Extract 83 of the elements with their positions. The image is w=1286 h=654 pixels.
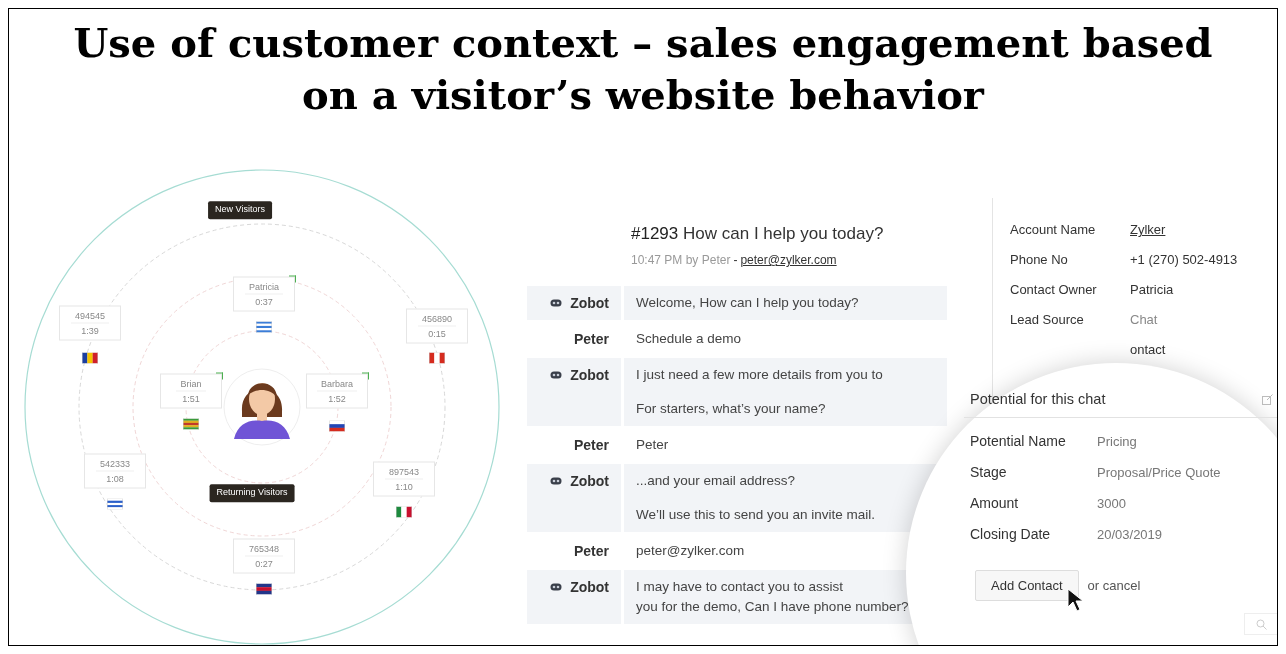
flag-icon [107,498,123,510]
message-text: Welcome, How can I help you today? [636,294,860,312]
visitor-name: 494545 [70,308,109,324]
visitor-card[interactable]: Brian 1:51 [160,373,222,409]
message-text: I may have to contact you to assist you for the demo, Can I have phone number? [636,578,910,616]
flag-icon [183,418,199,430]
message-text: We’ll use this to send you an invite mail. [636,506,877,524]
visitor-card[interactable]: 765348 0:27 [233,538,295,574]
visitor-time: 1:51 [182,392,200,406]
separator: - [733,252,738,269]
mouse-pointer-icon [1067,587,1085,612]
field-label: Contact Owner [1010,282,1097,298]
flag-icon [329,420,345,432]
sender-name: Zobot [570,294,609,313]
visitor-card[interactable]: 494545 1:39 [59,305,121,341]
visitor-time: 0:15 [428,327,446,341]
chat-title: #1293 How can I help you today? [631,223,885,245]
message-text: I just need a few more details from you to [636,366,884,384]
field-value[interactable]: Zylker [1130,220,1166,240]
visitor-time: 0:37 [255,295,273,309]
field-label: Lead Source [1010,312,1084,328]
flag-icon [256,583,272,595]
sender-name: Peter [573,436,609,455]
returning-visitors-tag: Returning Visitors [209,484,295,502]
message-text: Peter [636,436,670,454]
slide-title: Use of customer context – sales engagement based on a visitor’s website behavior [72,18,1214,120]
visitor-name: 542333 [95,456,134,472]
flag-icon [429,352,445,364]
field-label: Potential Name [970,431,1067,451]
robot-icon [550,477,563,485]
flag-icon [396,506,412,518]
flag-icon [256,321,272,333]
sender-name: Peter [573,330,609,349]
field-value: Proposal/Price Quote [1097,463,1221,482]
field-label: Account Name [1010,222,1096,238]
visitor-card[interactable]: Patricia 0:37 [233,276,295,312]
field-value: ontact [1130,341,1166,360]
add-contact-button[interactable]: Add Contact [975,569,1079,602]
field-label: Closing Date [970,524,1052,544]
new-visitors-tag: New Visitors [208,201,272,219]
message-text: ...and your email address? [636,472,797,490]
field-label: Amount [970,493,1020,513]
message-text: peter@zylker.com [636,542,746,560]
field-value: Patricia [1130,281,1174,300]
message-text: Schedule a demo [636,330,743,348]
visitor-name: 765348 [244,541,283,557]
robot-icon [550,371,563,379]
visitor-time: 1:39 [81,324,99,338]
search-icon [1255,618,1267,630]
visitor-time: 0:27 [255,557,273,571]
visitor-card[interactable]: 542333 1:08 [84,453,146,489]
sender-name: Zobot [570,472,609,491]
panel-title: Potential for this chat [970,390,1106,409]
visitor-name: Patricia [245,279,283,295]
visitor-card[interactable]: Barbara 1:52 [306,373,368,409]
cancel-link[interactable]: or cancel [1087,575,1141,596]
field-label: Phone No [1010,252,1068,268]
field-value: 20/03/2019 [1097,525,1163,544]
visitor-name: Barbara [317,376,357,392]
visitor-time: 1:10 [395,480,413,494]
field-value: 3000 [1097,494,1126,513]
visitor-card[interactable]: 456890 0:15 [406,308,468,344]
visitor-name: Brian [176,376,206,392]
chat-meta: 10:47 PM by Peter [631,252,731,269]
flag-icon [82,352,98,364]
field-label: Stage [970,462,1008,482]
visitor-name: 897543 [384,464,423,480]
email-link[interactable]: peter@zylker.com [740,251,837,269]
robot-icon [550,583,563,591]
field-value: Chat [1130,311,1158,330]
visitor-card[interactable]: 897543 1:10 [373,461,435,497]
field-value: +1 (270) 502-4913 [1130,251,1238,270]
visitor-name: 456890 [417,311,456,327]
search-button[interactable] [1244,613,1277,635]
visitor-time: 1:52 [328,392,346,406]
robot-icon [550,299,563,307]
sender-name: Zobot [570,578,609,597]
message-text: For starters, what’s your name? [636,400,827,418]
edit-icon[interactable] [1262,394,1273,406]
visitor-time: 1:08 [106,472,124,486]
field-value: Pricing [1097,432,1137,451]
sender-name: Peter [573,542,609,561]
sender-name: Zobot [570,366,609,385]
